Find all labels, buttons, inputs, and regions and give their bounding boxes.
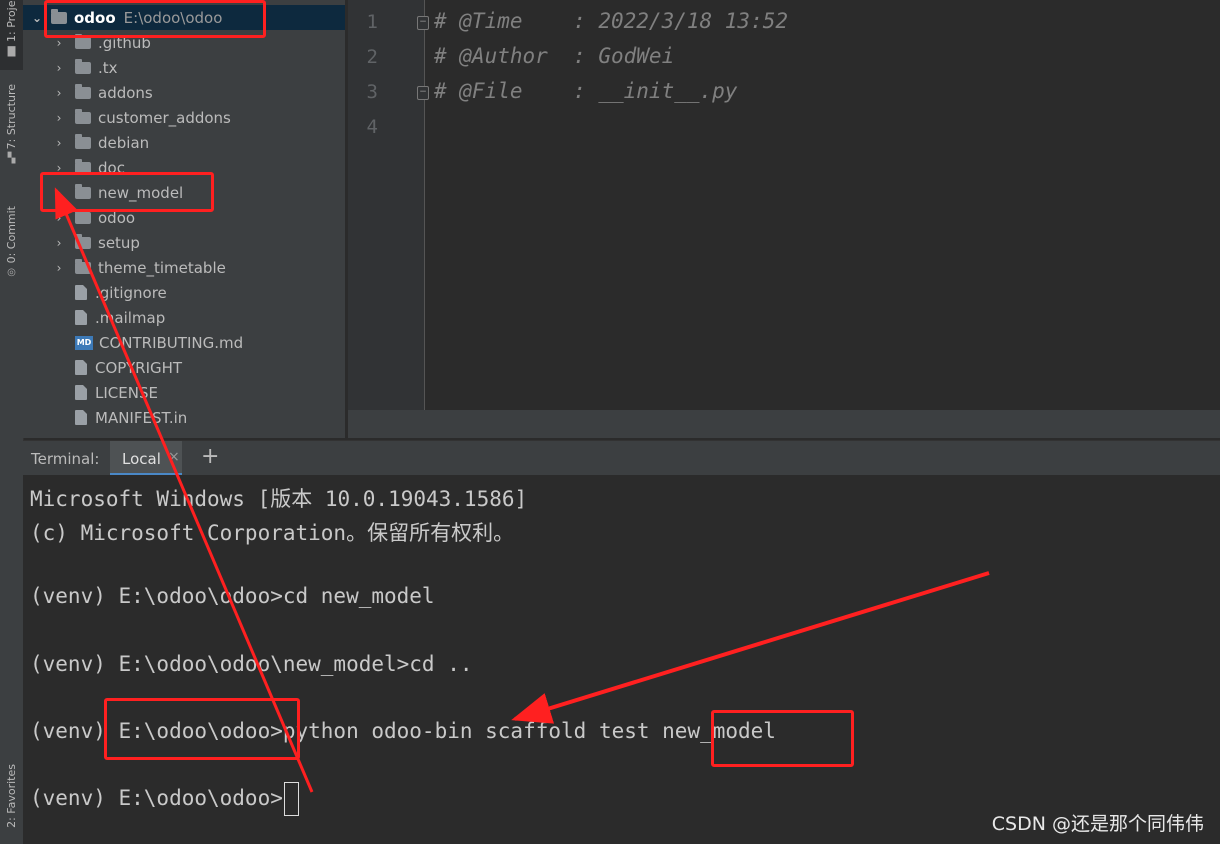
tree-item-label: debian [98,133,150,152]
tree-item-label: .gitignore [95,283,167,302]
tree-item-addons[interactable]: › addons [23,80,345,105]
tree-item-contributing-md[interactable]: MD CONTRIBUTING.md [23,330,345,355]
tree-item-label: setup [98,233,140,252]
tree-item-setup[interactable]: › setup [23,230,345,255]
tree-item-label: CONTRIBUTING.md [99,333,244,352]
line-number: 1 [366,11,378,33]
code-line: # @Author : GodWei [434,44,675,68]
commit-tool-tab[interactable]: 0: Commit ◎ [0,206,23,294]
chevron-right-icon[interactable]: › [53,236,65,250]
code-line: # @File : __init__.py [434,79,738,103]
terminal-line: (venv) E:\odoo\odoo\new_model>cd .. [30,652,473,676]
folder-icon [75,133,91,149]
chevron-down-icon[interactable]: ⌄ [31,11,43,25]
terminal-prompt: (venv) E:\odoo\odoo> [30,786,283,810]
chevron-right-icon[interactable]: › [53,136,65,150]
folder-icon: ▇ [7,46,16,57]
terminal-label: Terminal: [31,450,100,468]
chevron-right-icon[interactable]: › [53,111,65,125]
text-file-icon [75,310,87,325]
terminal-line: (c) Microsoft Corporation。保留所有权利。 [30,521,515,545]
structure-tool-tab[interactable]: 7: Structure ▚ [0,84,23,184]
editor-bottom-bar [348,410,1220,438]
text-file-icon [75,410,87,425]
favorites-tab-label: 2: Favorites [5,764,18,828]
chevron-right-icon[interactable]: › [53,211,65,225]
text-cursor [283,782,299,816]
text-file-icon [75,360,87,375]
structure-icon: ▚ [7,153,16,165]
project-tool-tab[interactable]: 1: Project ▇ [0,0,23,70]
code-editor[interactable]: 1 2 3 4 − − # @Time : 2022/3/18 13:52 # … [348,0,1220,438]
folder-icon [75,33,91,49]
fold-marker-icon[interactable]: − [417,16,429,30]
tree-item-debian[interactable]: › debian [23,130,345,155]
terminal-prompt-line[interactable]: (venv) E:\odoo\odoo> [30,782,299,816]
line-number: 2 [366,46,378,68]
annotation-box-new-model-folder [40,172,214,212]
tree-item-license[interactable]: LICENSE [23,380,345,405]
tree-item-manifest-in[interactable]: MANIFEST.in [23,405,345,430]
tree-item-label: theme_timetable [98,258,226,277]
chevron-right-icon[interactable]: › [53,61,65,75]
tree-item-mailmap[interactable]: .mailmap [23,305,345,330]
annotation-box-root [44,0,266,38]
structure-tab-label: 7: Structure [5,84,18,150]
folder-icon [75,83,91,99]
terminal-output[interactable]: Microsoft Windows [版本 10.0.19043.1586] (… [23,475,1220,844]
add-terminal-icon[interactable]: + [201,444,219,469]
tree-item-theme-timetable[interactable]: › theme_timetable [23,255,345,280]
fold-marker-icon[interactable]: − [417,86,429,100]
annotation-box-path [104,698,300,760]
tree-item-label: MANIFEST.in [95,408,188,427]
tree-item-customer-addons[interactable]: › customer_addons [23,105,345,130]
terminal-line: Microsoft Windows [版本 10.0.19043.1586] [30,487,528,511]
gitignore-file-icon [75,285,87,300]
annotation-box-new-model-arg [711,710,854,767]
folder-icon [75,258,91,274]
package-folder-icon [75,208,91,224]
tree-item-label: customer_addons [98,108,231,127]
markdown-file-icon: MD [75,335,93,350]
tree-item-tx[interactable]: › .tx [23,55,345,80]
tool-window-strip: 1: Project ▇ 7: Structure ▚ 0: Commit ◎ … [0,0,24,844]
project-panel: ⌄ odoo E:\odoo\odoo › .github › .tx › addons ›… [23,0,345,438]
line-number: 3 [366,81,378,103]
folder-icon [75,233,91,249]
tree-item-label: addons [98,83,153,102]
terminal-tab-label: Local [122,450,161,468]
tree-item-label: .tx [98,58,118,77]
editor-gutter: 1 2 3 4 − − [348,0,429,410]
tree-item-copyright[interactable]: COPYRIGHT [23,355,345,380]
tree-item-label: COPYRIGHT [95,358,183,377]
chevron-right-icon[interactable]: › [53,261,65,275]
folder-icon [75,58,91,74]
watermark: CSDN @还是那个同伟伟 [991,813,1204,835]
project-tab-label: 1: Project [5,0,18,42]
tree-item-label: LICENSE [95,383,158,402]
commit-tab-label: 0: Commit [5,206,18,264]
close-icon[interactable]: × [168,449,180,465]
line-number: 4 [366,116,378,138]
terminal-line: (venv) E:\odoo\odoo>cd new_model [30,584,435,608]
text-file-icon [75,385,87,400]
tree-item-gitignore[interactable]: .gitignore [23,280,345,305]
chevron-right-icon[interactable]: › [53,86,65,100]
tree-item-label: .mailmap [95,308,166,327]
terminal-header: Terminal: Local × + [23,440,1220,476]
folder-icon [75,108,91,124]
commit-icon: ◎ [7,267,16,279]
code-line: # @Time : 2022/3/18 13:52 [434,9,789,33]
favorites-tool-tab[interactable]: 2: Favorites [0,764,23,844]
